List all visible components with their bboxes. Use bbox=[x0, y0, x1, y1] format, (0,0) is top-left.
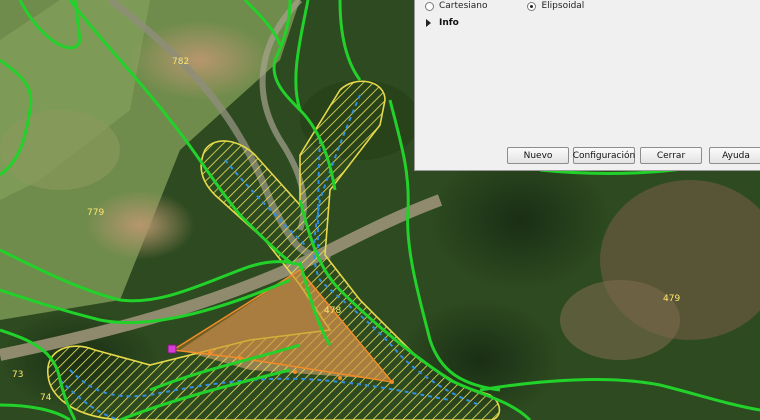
vertex-marker[interactable] bbox=[167, 344, 177, 354]
radio-cartesiano-label: Cartesiano bbox=[439, 1, 488, 11]
parcel-label-479: 479 bbox=[663, 294, 680, 304]
parcel-label-782: 782 bbox=[172, 57, 189, 67]
radio-elipsoidal-indicator[interactable] bbox=[527, 1, 537, 11]
radio-cartesiano-indicator[interactable] bbox=[425, 1, 434, 11]
radio-elipsoidal[interactable]: Elipsoidal bbox=[527, 1, 584, 11]
cerrar-button[interactable]: Cerrar bbox=[640, 147, 702, 164]
parcel-label-73: 73 bbox=[12, 370, 23, 380]
radio-elipsoidal-label: Elipsoidal bbox=[541, 1, 585, 11]
parcel-label-478: 478 bbox=[324, 306, 341, 316]
coordinate-type-group: Cartesiano Elipsoidal bbox=[425, 0, 624, 12]
expand-triangle-icon[interactable] bbox=[426, 19, 431, 27]
parcel-label-74: 74 bbox=[40, 393, 52, 403]
configuracion-button[interactable]: Configuración bbox=[573, 147, 635, 164]
measure-dialog: Cartesiano Elipsoidal Info Nuevo Configu… bbox=[414, 0, 760, 171]
ayuda-button[interactable]: Ayuda bbox=[709, 147, 760, 164]
radio-cartesiano[interactable]: Cartesiano bbox=[425, 1, 487, 11]
nuevo-button[interactable]: Nuevo bbox=[507, 147, 569, 164]
parcel-label-779: 779 bbox=[87, 208, 104, 218]
info-section-toggle[interactable]: Info bbox=[426, 18, 459, 28]
info-section-label: Info bbox=[439, 18, 459, 28]
